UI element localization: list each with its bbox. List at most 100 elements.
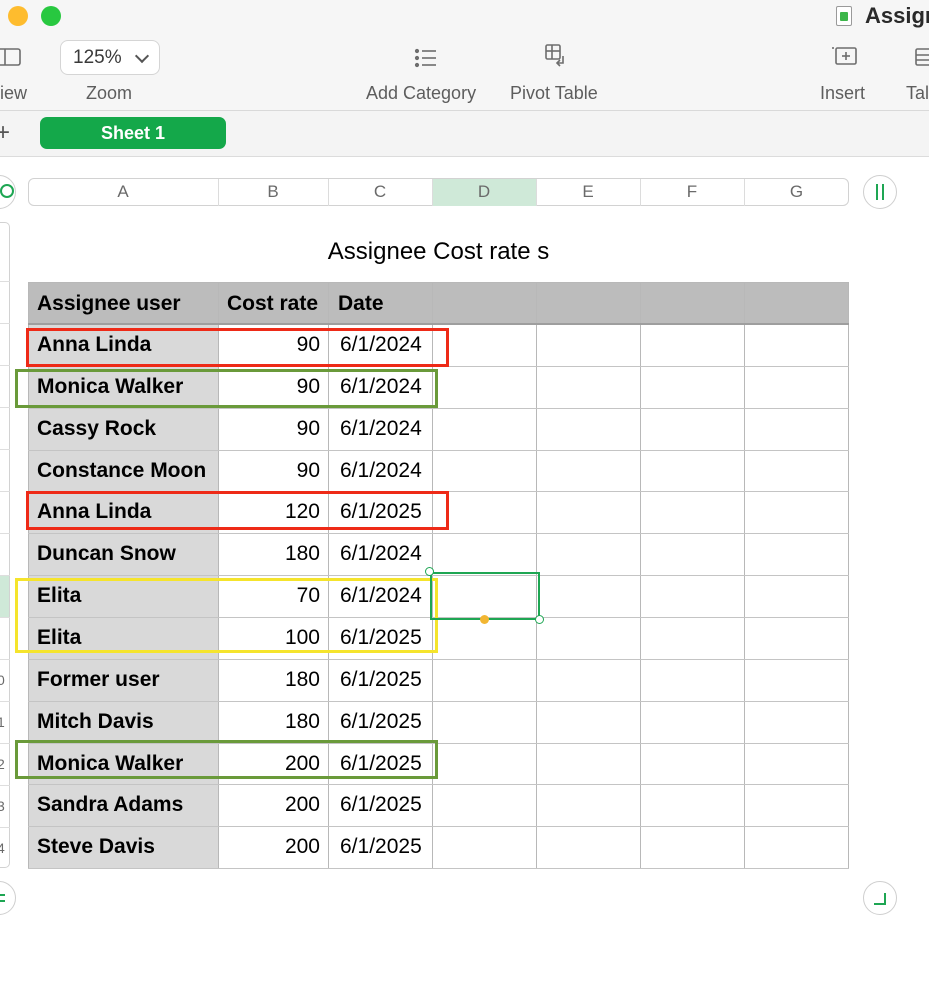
- table-title[interactable]: Assignee Cost rate s: [28, 238, 849, 266]
- grid-line: [28, 408, 849, 409]
- cell-date[interactable]: 6/1/2025: [340, 835, 432, 859]
- cell-cost-rate[interactable]: 180: [218, 668, 320, 692]
- add-category-button[interactable]: Add Category: [366, 83, 476, 104]
- row-separator: [0, 407, 10, 408]
- table-resize-button[interactable]: [863, 881, 897, 915]
- row-separator: [0, 323, 10, 324]
- grid-line: [28, 826, 849, 827]
- table-icon[interactable]: [914, 47, 929, 69]
- table-button[interactable]: Tal: [906, 83, 929, 104]
- grid-line: [28, 784, 849, 785]
- annotation-green-box: [15, 740, 438, 779]
- row-separator: [0, 449, 10, 450]
- chevron-down-icon: [134, 48, 150, 64]
- freeze-bar-icon: [876, 184, 878, 200]
- tab-sheet-1[interactable]: Sheet 1: [40, 117, 226, 149]
- grid-line: [28, 868, 849, 869]
- row-separator: [0, 701, 10, 702]
- row-separator: [0, 785, 10, 786]
- sidebar-view-icon[interactable]: [0, 47, 22, 67]
- cell-date[interactable]: 6/1/2025: [340, 710, 432, 734]
- column-freeze-button[interactable]: [863, 175, 897, 209]
- zoom-window-button[interactable]: [41, 6, 61, 26]
- cell-assignee-user[interactable]: Duncan Snow: [37, 542, 215, 566]
- pivot-table-icon[interactable]: [545, 44, 571, 70]
- cell-cost-rate[interactable]: 90: [218, 459, 320, 483]
- cell-date[interactable]: 6/1/2025: [340, 668, 432, 692]
- sheet-tab-bar: + Sheet 1: [0, 111, 929, 157]
- cell-assignee-user[interactable]: Cassy Rock: [37, 417, 215, 441]
- grid-line: [28, 282, 849, 283]
- column-header-e[interactable]: E: [536, 178, 640, 206]
- column-header-a[interactable]: A: [28, 178, 218, 206]
- grid-line: [28, 533, 849, 534]
- selected-row-highlight: [0, 575, 9, 617]
- cell-cost-rate[interactable]: 180: [218, 710, 320, 734]
- row-separator: [0, 659, 10, 660]
- add-sheet-button[interactable]: +: [0, 119, 10, 147]
- grid-line: [28, 659, 849, 660]
- header-date[interactable]: Date: [338, 292, 384, 316]
- zoom-select[interactable]: 125%: [60, 40, 160, 75]
- cell-cost-rate[interactable]: 180: [218, 542, 320, 566]
- annotation-green-box: [15, 369, 438, 408]
- cell-date[interactable]: 6/1/2024: [340, 459, 432, 483]
- minimize-window-button[interactable]: [8, 6, 28, 26]
- numbers-document-icon: [836, 6, 852, 26]
- cell-cost-rate[interactable]: 200: [218, 835, 320, 859]
- row-number[interactable]: 1: [0, 714, 5, 730]
- select-all-button[interactable]: [0, 175, 16, 209]
- window-title: Assign: [865, 3, 929, 28]
- row-separator: [0, 365, 10, 366]
- column-header-c[interactable]: C: [328, 178, 432, 206]
- resize-corner-icon: [874, 893, 886, 905]
- cell-cost-rate[interactable]: 90: [218, 417, 320, 441]
- fill-handle[interactable]: [480, 615, 489, 624]
- column-header-f[interactable]: F: [640, 178, 744, 206]
- toolbar: Assign iew 125% Zoom Add Category Pivot …: [0, 0, 929, 110]
- cell-assignee-user[interactable]: Steve Davis: [37, 835, 215, 859]
- insert-button[interactable]: Insert: [820, 83, 865, 104]
- freeze-bar-icon: [882, 184, 884, 200]
- row-separator: [0, 281, 10, 282]
- row-number[interactable]: 4: [0, 840, 5, 856]
- row-options-button[interactable]: [0, 881, 16, 915]
- grid-line: [28, 450, 849, 451]
- view-label[interactable]: iew: [0, 83, 27, 104]
- annotation-red-box: [26, 328, 449, 367]
- column-header-g[interactable]: G: [744, 178, 849, 206]
- header-assignee-user[interactable]: Assignee user: [37, 292, 181, 316]
- cell-date[interactable]: 6/1/2024: [340, 542, 432, 566]
- column-header-b[interactable]: B: [218, 178, 328, 206]
- add-category-icon[interactable]: [414, 47, 438, 69]
- row-separator: [0, 575, 10, 576]
- grid-line: [28, 701, 849, 702]
- selection-handle-bottom-right[interactable]: [535, 615, 544, 624]
- cell-assignee-user[interactable]: Former user: [37, 668, 215, 692]
- cell-assignee-user[interactable]: Sandra Adams: [37, 793, 215, 817]
- header-cost-rate[interactable]: Cost rate: [227, 292, 318, 316]
- cell-assignee-user[interactable]: Mitch Davis: [37, 710, 215, 734]
- row-number[interactable]: 0: [0, 672, 5, 688]
- row-separator: [0, 533, 10, 534]
- row-separator: [0, 743, 10, 744]
- annotation-yellow-box: [15, 578, 438, 653]
- pivot-table-button[interactable]: Pivot Table: [510, 83, 598, 104]
- cell-cost-rate[interactable]: 200: [218, 793, 320, 817]
- header-divider: [28, 323, 849, 325]
- cell-selection[interactable]: [430, 572, 540, 620]
- circle-icon: [0, 184, 14, 198]
- selection-handle-top-left[interactable]: [425, 567, 434, 576]
- row-number[interactable]: 2: [0, 756, 5, 772]
- equals-icon: [0, 900, 5, 902]
- zoom-label: Zoom: [86, 83, 133, 103]
- annotation-red-box: [26, 491, 449, 530]
- cell-date[interactable]: 6/1/2024: [340, 417, 432, 441]
- cell-assignee-user[interactable]: Constance Moon: [37, 459, 215, 483]
- cell-date[interactable]: 6/1/2025: [340, 793, 432, 817]
- row-number[interactable]: 3: [0, 798, 5, 814]
- insert-icon[interactable]: [832, 45, 860, 69]
- row-separator: [0, 617, 10, 618]
- zoom-value: 125%: [73, 47, 122, 68]
- column-header-d[interactable]: D: [432, 178, 536, 206]
